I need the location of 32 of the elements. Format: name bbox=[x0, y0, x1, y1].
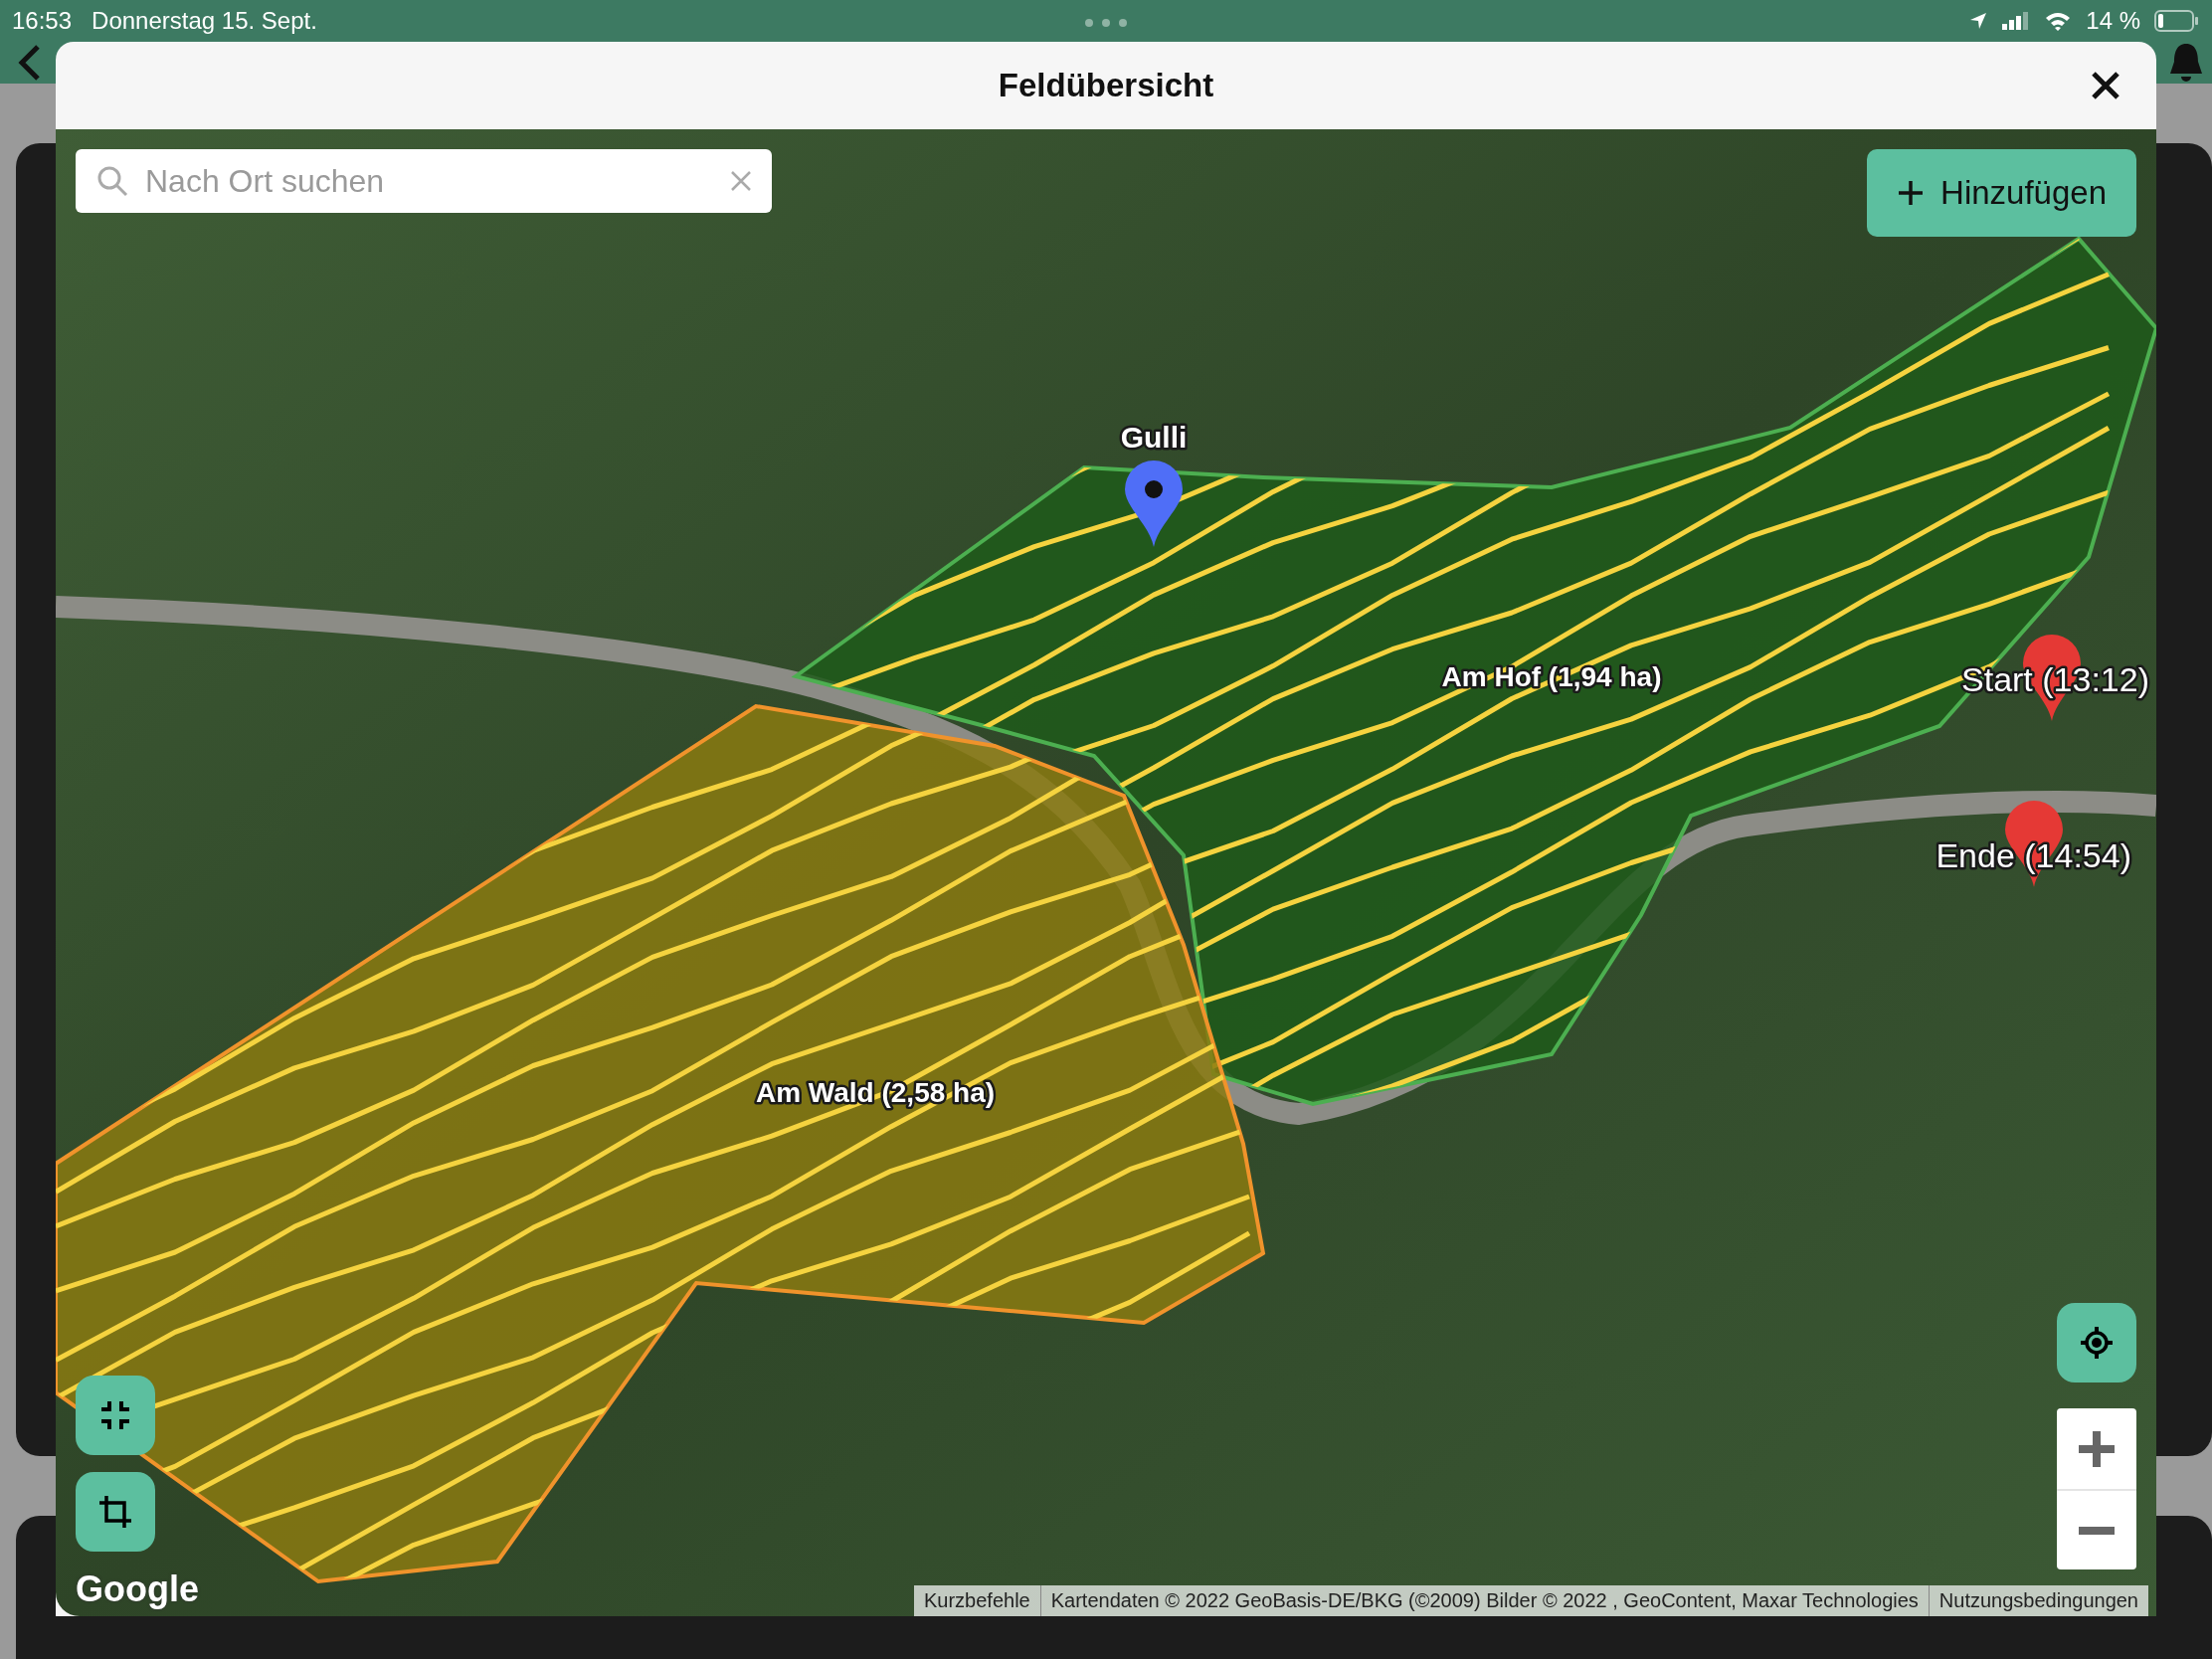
field-label: Am Wald (2,58 ha) bbox=[755, 1077, 996, 1108]
location-arrow-icon bbox=[1968, 11, 1989, 31]
plus-icon bbox=[2079, 1430, 2115, 1467]
close-icon[interactable] bbox=[2091, 71, 2120, 100]
status-date: Donnerstag 15. Sept. bbox=[92, 7, 317, 35]
attribution-link[interactable]: Kurzbefehle bbox=[913, 1585, 1040, 1616]
crop-icon bbox=[97, 1494, 133, 1530]
wifi-icon bbox=[2044, 11, 2073, 31]
locate-button[interactable] bbox=[2057, 1303, 2136, 1382]
collapse-button[interactable] bbox=[76, 1376, 155, 1455]
pin-dot-icon bbox=[1145, 480, 1163, 498]
attribution-link[interactable]: Kartendaten © 2022 GeoBasis-DE/BKG (©2009) Bilder © 2022 , GeoContent, Maxar Technologies bbox=[1039, 1585, 1929, 1616]
search-icon bbox=[95, 164, 129, 198]
crop-button[interactable] bbox=[76, 1472, 155, 1552]
bell-icon[interactable] bbox=[2168, 42, 2204, 84]
locate-icon bbox=[2079, 1325, 2115, 1361]
search-field[interactable]: Nach Ort suchen bbox=[76, 149, 772, 213]
map-provider-logo: Google bbox=[76, 1568, 199, 1610]
battery-icon bbox=[2154, 10, 2200, 32]
attribution-link[interactable]: Nutzungsbedingungen bbox=[1928, 1585, 2148, 1616]
minus-icon bbox=[2079, 1526, 2115, 1535]
search-input[interactable]: Nach Ort suchen bbox=[143, 161, 716, 201]
signal-icon bbox=[2002, 12, 2031, 30]
marker-label: Gulli bbox=[1120, 421, 1188, 454]
status-time: 16:53 bbox=[12, 7, 73, 35]
plus-icon bbox=[1897, 179, 1926, 207]
multitasking-dots-icon[interactable] bbox=[1084, 18, 1128, 28]
battery-percentage: 14 % bbox=[2086, 7, 2140, 35]
dialog-title: Feldübersicht bbox=[998, 67, 1214, 104]
map-pin-icon[interactable] bbox=[1125, 461, 1183, 547]
back-chevron-icon[interactable] bbox=[18, 43, 42, 83]
add-button[interactable]: Hinzufügen bbox=[1867, 149, 2136, 237]
